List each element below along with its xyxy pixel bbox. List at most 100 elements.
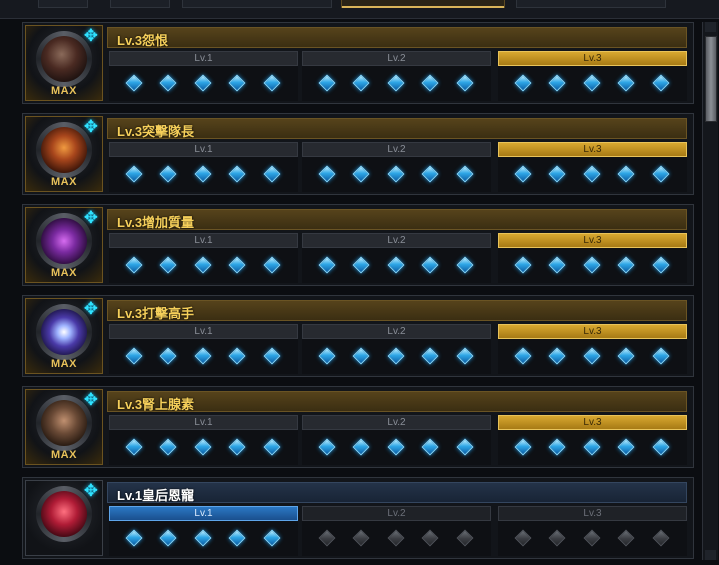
gem-slots bbox=[109, 71, 298, 97]
level-block[interactable]: Lv.3 bbox=[498, 51, 687, 101]
skill-title-bar: Lv.3打擊高手 bbox=[107, 300, 687, 321]
level-block[interactable]: Lv.3 bbox=[498, 506, 687, 556]
diamond-gem-icon bbox=[617, 529, 635, 547]
level-block[interactable]: Lv.1 bbox=[109, 415, 298, 465]
level-block[interactable]: Lv.1 bbox=[109, 142, 298, 192]
diamond-gem-icon bbox=[617, 347, 635, 365]
diamond-gem-icon bbox=[159, 165, 177, 183]
skill-icon bbox=[41, 218, 87, 264]
level-label: Lv.1 bbox=[109, 51, 298, 66]
top-tab[interactable] bbox=[110, 0, 170, 8]
gem-slots bbox=[109, 435, 298, 461]
level-label: Lv.3 bbox=[498, 142, 687, 157]
diamond-gem-icon bbox=[421, 74, 439, 92]
skill-icon bbox=[41, 309, 87, 355]
level-label: Lv.1 bbox=[109, 142, 298, 157]
scroll-down-icon[interactable] bbox=[705, 550, 716, 560]
level-block[interactable]: Lv.2 bbox=[302, 233, 491, 283]
skill-title: Lv.3腎上腺素 bbox=[117, 397, 195, 412]
level-block[interactable]: Lv.1 bbox=[109, 51, 298, 101]
skill-portrait[interactable]: ✥ MAX bbox=[25, 207, 103, 283]
level-block[interactable]: Lv.3 bbox=[498, 233, 687, 283]
skill-icon bbox=[41, 127, 87, 173]
diamond-gem-icon bbox=[548, 165, 566, 183]
level-block[interactable]: Lv.3 bbox=[498, 415, 687, 465]
level-block[interactable]: Lv.1 bbox=[109, 506, 298, 556]
top-tab[interactable] bbox=[38, 0, 88, 8]
cross-star-icon: ✥ bbox=[83, 299, 98, 319]
diamond-gem-icon bbox=[652, 74, 670, 92]
skill-portrait[interactable]: ✥ MAX bbox=[25, 389, 103, 465]
skill-portrait[interactable]: ✥ MAX bbox=[25, 25, 103, 101]
diamond-gem-icon bbox=[514, 529, 532, 547]
gem-slots bbox=[498, 526, 687, 552]
diamond-gem-icon bbox=[583, 165, 601, 183]
diamond-gem-icon bbox=[514, 438, 532, 456]
scroll-up-icon[interactable] bbox=[705, 22, 716, 32]
scrollbar-thumb[interactable] bbox=[705, 36, 717, 122]
diamond-gem-icon bbox=[652, 438, 670, 456]
diamond-gem-icon bbox=[228, 256, 246, 274]
level-block[interactable]: Lv.2 bbox=[302, 51, 491, 101]
gem-slots bbox=[109, 526, 298, 552]
skill-row[interactable]: ✥ MAX Lv.3怨恨 Lv.1 Lv.2 Lv.3 bbox=[22, 22, 694, 104]
gem-slots bbox=[109, 344, 298, 370]
level-block[interactable]: Lv.1 bbox=[109, 233, 298, 283]
top-tab[interactable] bbox=[516, 0, 666, 8]
diamond-gem-icon bbox=[617, 74, 635, 92]
skill-icon bbox=[41, 36, 87, 82]
diamond-gem-icon bbox=[456, 529, 474, 547]
level-block[interactable]: Lv.2 bbox=[302, 415, 491, 465]
diamond-gem-icon bbox=[263, 74, 281, 92]
max-label: MAX bbox=[51, 358, 77, 370]
level-block[interactable]: Lv.2 bbox=[302, 324, 491, 374]
diamond-gem-icon bbox=[617, 438, 635, 456]
level-label: Lv.3 bbox=[498, 233, 687, 248]
diamond-gem-icon bbox=[263, 165, 281, 183]
skill-portrait[interactable]: ✥ MAX bbox=[25, 298, 103, 374]
gem-slots bbox=[498, 162, 687, 188]
diamond-gem-icon bbox=[263, 438, 281, 456]
diamond-gem-icon bbox=[228, 74, 246, 92]
top-tab-active[interactable] bbox=[341, 0, 505, 8]
gem-slots bbox=[302, 71, 491, 97]
level-block[interactable]: Lv.3 bbox=[498, 324, 687, 374]
skill-row[interactable]: ✥ MAX Lv.3突擊隊長 Lv.1 Lv.2 Lv.3 bbox=[22, 113, 694, 195]
cross-star-icon: ✥ bbox=[83, 26, 98, 46]
diamond-gem-icon bbox=[548, 438, 566, 456]
top-tab[interactable] bbox=[182, 0, 332, 8]
skill-row[interactable]: ✥ MAX Lv.3腎上腺素 Lv.1 Lv.2 Lv.3 bbox=[22, 386, 694, 468]
gem-slots bbox=[302, 526, 491, 552]
level-block[interactable]: Lv.1 bbox=[109, 324, 298, 374]
diamond-gem-icon bbox=[652, 256, 670, 274]
skill-title: Lv.1皇后恩寵 bbox=[117, 488, 195, 503]
skill-row[interactable]: ✥ MAX Lv.3增加質量 Lv.1 Lv.2 Lv.3 bbox=[22, 204, 694, 286]
gem-slots bbox=[302, 253, 491, 279]
diamond-gem-icon bbox=[456, 165, 474, 183]
level-label: Lv.3 bbox=[498, 415, 687, 430]
skill-row[interactable]: ✥ MAX Lv.3打擊高手 Lv.1 Lv.2 Lv.3 bbox=[22, 295, 694, 377]
diamond-gem-icon bbox=[548, 74, 566, 92]
skill-portrait[interactable]: ✥ bbox=[25, 480, 103, 556]
max-label: MAX bbox=[51, 267, 77, 279]
level-label: Lv.2 bbox=[302, 233, 491, 248]
level-block[interactable]: Lv.3 bbox=[498, 142, 687, 192]
gem-slots bbox=[498, 253, 687, 279]
skill-title: Lv.3怨恨 bbox=[117, 33, 169, 48]
diamond-gem-icon bbox=[387, 74, 405, 92]
diamond-gem-icon bbox=[456, 438, 474, 456]
max-label: MAX bbox=[51, 85, 77, 97]
scrollbar[interactable] bbox=[702, 22, 718, 560]
level-block[interactable]: Lv.2 bbox=[302, 506, 491, 556]
level-block[interactable]: Lv.2 bbox=[302, 142, 491, 192]
diamond-gem-icon bbox=[514, 347, 532, 365]
diamond-gem-icon bbox=[387, 529, 405, 547]
gem-slots bbox=[109, 253, 298, 279]
skill-row[interactable]: ✥ Lv.1皇后恩寵 Lv.1 Lv.2 Lv.3 bbox=[22, 477, 694, 559]
skill-portrait[interactable]: ✥ MAX bbox=[25, 116, 103, 192]
diamond-gem-icon bbox=[125, 347, 143, 365]
diamond-gem-icon bbox=[421, 165, 439, 183]
skill-title: Lv.3突擊隊長 bbox=[117, 124, 195, 139]
diamond-gem-icon bbox=[583, 74, 601, 92]
diamond-gem-icon bbox=[352, 529, 370, 547]
